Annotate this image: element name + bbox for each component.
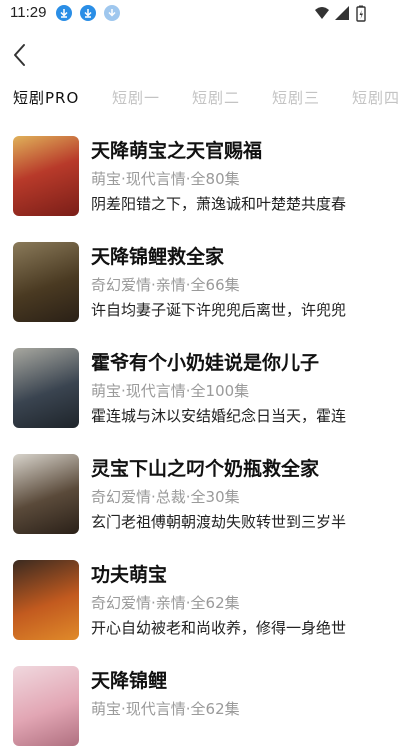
item-title: 天降锦鲤	[91, 670, 168, 692]
status-time: 11:29	[10, 4, 47, 21]
status-bar: 11:29	[0, 0, 403, 28]
download-icon	[56, 5, 72, 21]
list-item[interactable]: 天降锦鲤救全家 奇幻爱情·亲情·全66集 许自均妻子诞下许兜兜后离世，许兜兜	[0, 240, 403, 324]
list-item[interactable]: 功夫萌宝 奇幻爱情·亲情·全62集 开心自幼被老和尚收养，修得一身绝世	[0, 558, 403, 642]
item-description: 许自均妻子诞下许兜兜后离世，许兜兜	[91, 301, 347, 319]
item-title: 灵宝下山之叼个奶瓶救全家	[91, 458, 320, 480]
cover-image	[13, 454, 79, 534]
tab-4[interactable]: 短剧四	[352, 87, 400, 108]
list-item[interactable]: 天降锦鲤 萌宝·现代言情·全62集	[0, 664, 403, 748]
cover-image	[13, 666, 79, 746]
item-description: 阴差阳错之下，萧逸诚和叶楚楚共度春	[91, 195, 347, 213]
item-meta: 奇幻爱情·亲情·全62集	[91, 594, 240, 612]
cover-image	[13, 348, 79, 428]
item-description: 玄门老祖傅朝朝渡劫失败转世到三岁半	[91, 513, 347, 531]
item-meta: 萌宝·现代言情·全100集	[91, 382, 250, 400]
tab-pro[interactable]: 短剧PRO	[13, 87, 79, 108]
tab-2[interactable]: 短剧二	[192, 87, 240, 108]
download-icon	[104, 5, 120, 21]
system-status-icons	[315, 5, 366, 22]
item-meta: 奇幻爱情·亲情·全66集	[91, 276, 240, 294]
tab-3[interactable]: 短剧三	[272, 87, 320, 108]
cover-image	[13, 560, 79, 640]
item-meta: 奇幻爱情·总裁·全30集	[91, 488, 240, 506]
cover-image	[13, 136, 79, 216]
list-item[interactable]: 霍爷有个小奶娃说是你儿子 萌宝·现代言情·全100集 霍连城与沐以安结婚纪念日当…	[0, 346, 403, 430]
item-title: 天降萌宝之天官赐福	[91, 140, 263, 162]
item-title: 霍爷有个小奶娃说是你儿子	[91, 352, 320, 374]
list-item[interactable]: 灵宝下山之叼个奶瓶救全家 奇幻爱情·总裁·全30集 玄门老祖傅朝朝渡劫失败转世到…	[0, 452, 403, 536]
tab-1[interactable]: 短剧一	[112, 87, 160, 108]
item-description: 开心自幼被老和尚收养，修得一身绝世	[91, 619, 347, 637]
wifi-icon	[315, 7, 329, 19]
signal-icon	[335, 6, 349, 20]
chevron-left-icon	[14, 44, 25, 66]
item-title: 天降锦鲤救全家	[91, 246, 225, 268]
item-meta: 萌宝·现代言情·全80集	[91, 170, 240, 188]
item-description: 霍连城与沐以安结婚纪念日当天，霍连	[91, 407, 347, 425]
download-icon	[80, 5, 96, 21]
tab-bar: 短剧PRO 短剧一 短剧二 短剧三 短剧四	[0, 82, 403, 112]
back-button[interactable]	[8, 40, 36, 70]
list-item[interactable]: 天降萌宝之天官赐福 萌宝·现代言情·全80集 阴差阳错之下，萧逸诚和叶楚楚共度春	[0, 134, 403, 218]
item-title: 功夫萌宝	[91, 564, 168, 586]
cover-image	[13, 242, 79, 322]
